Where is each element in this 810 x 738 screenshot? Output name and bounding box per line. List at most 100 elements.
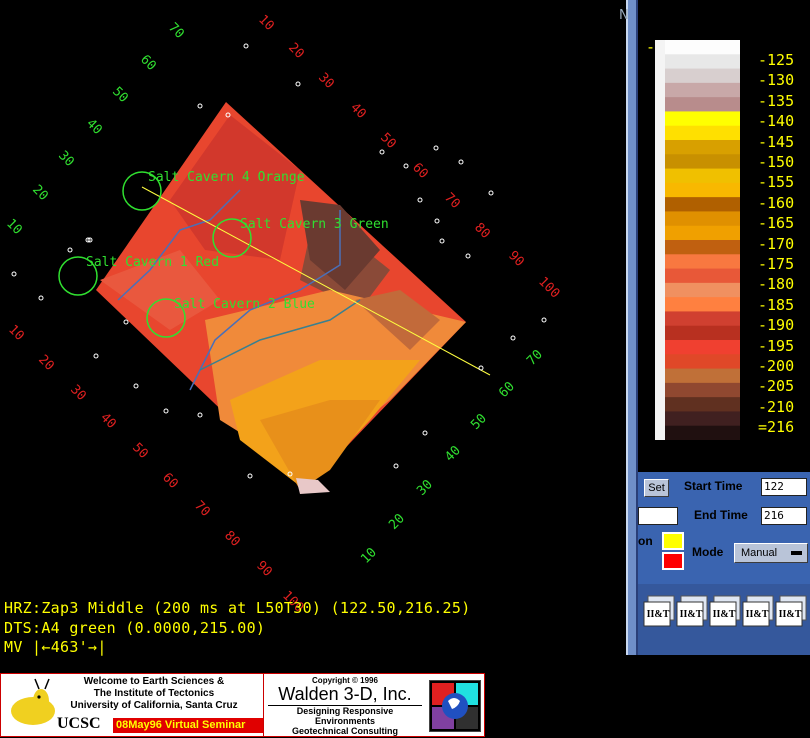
colorbar-tick-label: -125 [758, 51, 795, 69]
grid-dot [403, 163, 409, 169]
colorbar-band [665, 425, 740, 440]
walden-globe-logo-icon [429, 680, 481, 732]
colorbar-band [665, 411, 740, 427]
toolbar-tile-button[interactable]: II&T [774, 594, 808, 628]
grid-tick-label: 70 [524, 347, 546, 369]
colorbar-tick-label: -195 [758, 336, 795, 355]
grid-dot [197, 103, 203, 109]
colorbar-band [665, 40, 740, 55]
colorbar-band [665, 140, 740, 155]
colorbar-tick-label: -180 [758, 275, 795, 294]
colorbar-band [665, 68, 740, 84]
tile-logo-text: II&T [745, 609, 769, 620]
grid-tick-label: 30 [67, 382, 89, 404]
grid-tick-label: 50 [377, 130, 399, 152]
grid-tick-label: 10 [3, 216, 25, 238]
colorbar-band [665, 197, 740, 212]
chevron-down-icon [791, 551, 802, 555]
grid-tick-label: 30 [414, 477, 436, 499]
mode-value: Manual [741, 547, 778, 559]
grid-dot [510, 335, 516, 341]
colorbar-band [665, 282, 740, 298]
grid-dot [488, 190, 494, 196]
grid-dot [197, 412, 203, 418]
colorbar-tick-label: -135 [758, 91, 795, 110]
colorbar-tick-label: -205 [758, 377, 795, 396]
toolbar-tile-button[interactable]: II&T [741, 594, 775, 628]
grid-dot [439, 238, 445, 244]
corner-glyph: N [619, 8, 629, 23]
colorbar-band [665, 182, 740, 198]
start-time-label: Start Time [684, 479, 743, 493]
panel-divider-scrollbar[interactable] [626, 0, 638, 655]
grid-dot [243, 43, 249, 49]
colorbar-tick-label: -140 [758, 112, 795, 131]
seminar-tag: 08May96 Virtual Seminar [113, 718, 263, 733]
grid-tick-label: 20 [285, 40, 307, 62]
grid-tick-label: 90 [253, 558, 275, 580]
colorbar-band [665, 54, 740, 70]
colorbar-band [665, 240, 740, 255]
grid-tick-label: 70 [191, 498, 213, 520]
grid-dot [379, 149, 385, 155]
grid-tick-label: 10 [5, 322, 27, 344]
colorbar-band [665, 340, 740, 355]
colorbar-tick-label: -165 [758, 214, 795, 233]
toolbar-tile-button[interactable]: II&T [675, 594, 709, 628]
start-time-field[interactable]: 122 [761, 478, 807, 496]
colorbar-band [665, 125, 740, 141]
colorbar-tick-label: -200 [758, 357, 795, 375]
grid-tick-label: 100 [535, 274, 562, 301]
end-time-field[interactable]: 216 [761, 507, 807, 525]
colorbar-band [665, 154, 740, 170]
grid-tick-label: 20 [35, 352, 57, 374]
colorbar-tick-label: -160 [758, 193, 795, 212]
grid-dot [133, 383, 139, 389]
colorbar-band [665, 325, 740, 341]
tagline-2: Geotechnical Consulting [291, 726, 398, 736]
grid-tick-label: 60 [496, 379, 518, 401]
colorbar-band [665, 297, 740, 312]
colorbar-band [665, 225, 740, 241]
grid-tick-label: 30 [55, 148, 77, 170]
partial-field[interactable] [638, 507, 678, 525]
mv-prefix: MV [4, 638, 23, 656]
grid-dot [434, 218, 440, 224]
toolbar-tiles: II&T II&T II&T II&T II&T [638, 584, 810, 655]
mode-label: Mode [692, 545, 724, 559]
toolbar-tile-button[interactable]: II&T [642, 594, 676, 628]
color-swatch-red[interactable] [662, 552, 684, 570]
grid-dot [11, 271, 17, 277]
colorbar-tick-label: -130 [758, 71, 795, 90]
colorbar-edge [655, 40, 665, 440]
tile-logo-text: II&T [778, 609, 802, 620]
end-time-label: End Time [694, 508, 748, 522]
grid-tick-label: 50 [468, 411, 490, 433]
3d-viewport[interactable]: Salt Cavern 4 Orange Salt Cavern 3 Green… [0, 0, 625, 670]
set-button[interactable]: Set [644, 479, 669, 497]
grid-dot [393, 463, 399, 469]
colorbar-band [665, 397, 740, 412]
colorbar-band [665, 354, 740, 370]
color-swatch-yellow[interactable] [662, 532, 684, 550]
mv-arrow-left-icon: |← [32, 638, 51, 656]
dataset-status: DTS:A4 green (0.0000,215.00) [4, 619, 266, 637]
survey-map[interactable]: Salt Cavern 4 Orange Salt Cavern 3 Green… [0, 0, 625, 670]
cavern-label: Salt Cavern 2 Blue [174, 297, 315, 312]
partial-label: on [638, 534, 653, 548]
grid-tick-label: 40 [442, 443, 464, 465]
grid-tick-label: 40 [347, 100, 369, 122]
grid-tick-label: 30 [315, 70, 337, 92]
ucsc-logo: UCSC [57, 715, 101, 732]
grid-dot [295, 81, 301, 87]
grid-dot [247, 473, 253, 479]
tile-logo-text: II&T [712, 609, 736, 620]
colorbar-tick-label: -185 [758, 295, 795, 314]
grid-tick-label: 50 [129, 440, 151, 462]
grid-dot [433, 145, 439, 151]
colorbar [655, 40, 740, 440]
mode-select[interactable]: Manual [734, 543, 808, 563]
toolbar-tile-button[interactable]: II&T [708, 594, 742, 628]
colorbar-band [665, 97, 740, 112]
colorbar-band [665, 382, 740, 398]
